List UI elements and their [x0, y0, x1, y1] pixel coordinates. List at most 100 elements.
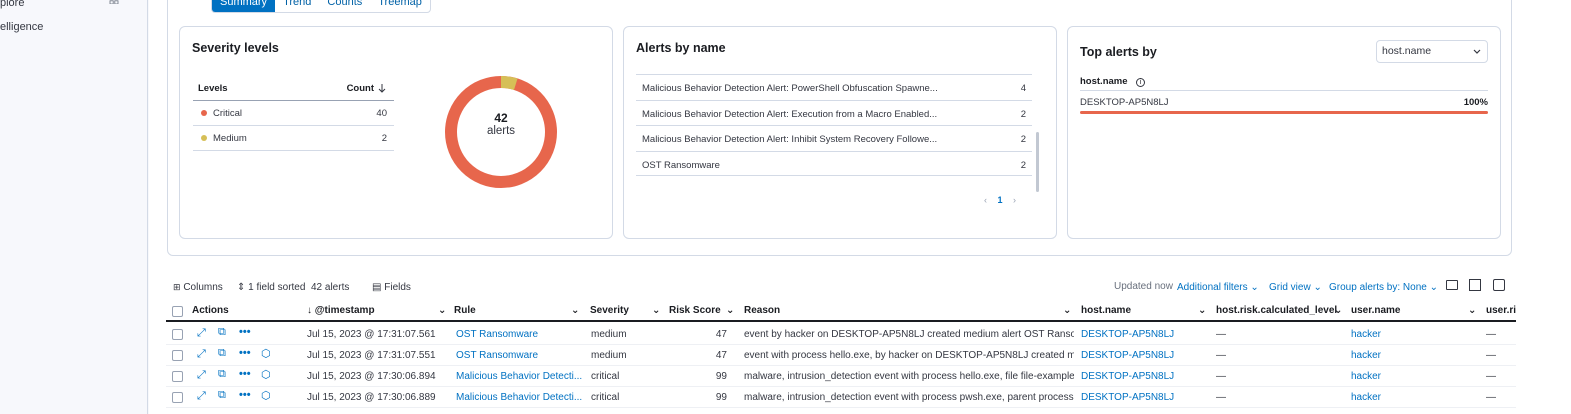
keyboard-icon[interactable] — [1446, 280, 1458, 290]
session-view-icon[interactable]: ⬡ — [261, 347, 271, 360]
tab-counts[interactable]: Counts — [319, 0, 370, 12]
user-name-link[interactable]: hacker — [1351, 392, 1381, 403]
severity-row-medium[interactable]: Medium 2 — [193, 126, 394, 151]
rule-link[interactable]: OST Ransomware — [456, 329, 584, 340]
row-checkbox[interactable] — [172, 392, 183, 403]
additional-filters-button[interactable]: Additional filters ⌄ — [1177, 282, 1259, 293]
nav-item-explore[interactable]: plore — [0, 0, 24, 9]
expand-icon[interactable]: ⤢ — [197, 390, 206, 403]
tab-trend[interactable]: Trend — [275, 0, 319, 12]
user-header-chevron-icon[interactable]: ⌄ — [1468, 305, 1476, 316]
user-risk-column-header[interactable]: user.ri — [1486, 305, 1516, 316]
levels-column-header[interactable]: Levels — [198, 83, 228, 94]
risk-score-cell: 47 — [715, 329, 727, 340]
timestamp-column-header[interactable]: ↓ @timestamp — [307, 305, 375, 316]
fullscreen-icon[interactable] — [1493, 279, 1505, 291]
donut-slice-medium[interactable] — [500, 76, 518, 91]
chevron-left-icon[interactable]: ‹ — [984, 195, 987, 205]
rule-link[interactable]: Malicious Behavior Detecti... — [456, 371, 584, 382]
chevron-down-icon — [1473, 49, 1481, 54]
alert-name-row[interactable]: Malicious Behavior Detection Alert: Exec… — [636, 100, 1032, 125]
user-name-link[interactable]: hacker — [1351, 329, 1381, 340]
host-header-chevron-icon[interactable]: ⌄ — [1198, 305, 1206, 316]
user-name-column-header[interactable]: user.name — [1351, 305, 1400, 316]
row-checkbox[interactable] — [172, 350, 183, 361]
rule-header-chevron-icon[interactable]: ⌄ — [571, 305, 579, 316]
risk-score-column-header[interactable]: Risk Score — [669, 305, 721, 316]
host-name-link[interactable]: DESKTOP-AP5N8LJ — [1081, 371, 1174, 382]
rule-link[interactable]: Malicious Behavior Detecti... — [456, 392, 584, 403]
host-name-link[interactable]: DESKTOP-AP5N8LJ — [1081, 329, 1174, 340]
app-grid-icon[interactable] — [108, 0, 120, 4]
columns-button[interactable]: ⊞ Columns — [173, 282, 223, 293]
severity-level-label: Critical — [213, 108, 243, 119]
table-row[interactable]: ⤢ ⧉ ••• ⬡ Jul 15, 2023 @ 17:30:06.894 Malicio… — [166, 366, 1516, 387]
analyzer-graph-icon[interactable]: ⧉ — [218, 389, 226, 402]
user-risk-cell: — — [1486, 329, 1496, 340]
row-checkbox[interactable] — [172, 371, 183, 382]
expand-icon[interactable]: ⤢ — [197, 327, 206, 340]
severity-column-header[interactable]: Severity — [590, 305, 629, 316]
table-row[interactable]: ⤢ ⧉ ••• ⬡ Jul 15, 2023 @ 17:30:06.889 Malicio… — [166, 387, 1516, 408]
alert-name-row[interactable]: Malicious Behavior Detection Alert: Powe… — [636, 74, 1032, 99]
alerts-by-name-title: Alerts by name — [636, 41, 726, 55]
tab-treemap[interactable]: Treemap — [370, 0, 430, 12]
row-checkbox[interactable] — [172, 329, 183, 340]
more-actions-icon[interactable]: ••• — [239, 368, 251, 380]
severity-cell: critical — [591, 392, 620, 403]
group-by-select[interactable]: host.name — [1376, 40, 1488, 63]
severity-donut-chart[interactable]: 42 alerts — [444, 75, 558, 189]
risk-level-column-header[interactable]: host.risk.calculated_level — [1216, 305, 1337, 316]
tab-summary[interactable]: Summary — [212, 0, 276, 12]
table-row[interactable]: ⤢ ⧉ ••• ⬡ Jul 15, 2023 @ 17:31:07.551 OST Ran… — [166, 345, 1516, 366]
sort-button[interactable]: ⇕ 1 field sorted — [237, 282, 305, 293]
session-view-icon[interactable]: ⬡ — [261, 368, 271, 381]
user-name-link[interactable]: hacker — [1351, 350, 1381, 361]
row-density-icon[interactable] — [1469, 279, 1481, 291]
host-name-link[interactable]: DESKTOP-AP5N8LJ — [1081, 392, 1174, 403]
table-row[interactable]: ⤢ ⧉ ••• Jul 15, 2023 @ 17:31:07.561 OST Rans… — [166, 324, 1516, 345]
scrollbar-thumb[interactable] — [1036, 132, 1039, 192]
analyzer-graph-icon[interactable]: ⧉ — [218, 326, 226, 339]
chevron-down-icon: ⌄ — [1313, 282, 1322, 293]
select-all-checkbox[interactable] — [172, 306, 183, 317]
grid-view-button[interactable]: Grid view ⌄ — [1269, 282, 1322, 293]
timestamp-cell: Jul 15, 2023 @ 17:31:07.561 — [307, 329, 436, 340]
rule-link[interactable]: OST Ransomware — [456, 350, 584, 361]
user-name-link[interactable]: hacker — [1351, 371, 1381, 382]
analyzer-graph-icon[interactable]: ⧉ — [218, 347, 226, 360]
more-actions-icon[interactable]: ••• — [239, 389, 251, 401]
alert-count: 2 — [1020, 134, 1026, 145]
reason-header-chevron-icon[interactable]: ⌄ — [1063, 305, 1071, 316]
more-actions-icon[interactable]: ••• — [239, 347, 251, 359]
nav-item-intelligence[interactable]: elligence — [0, 21, 43, 33]
alerts-grid-header: Actions ↓ @timestamp ⌄ Rule ⌄ Severity ⌄… — [166, 301, 1516, 322]
host-name-column-header[interactable]: host.name — [1081, 305, 1131, 316]
host-row[interactable]: DESKTOP-AP5N8LJ 100% — [1080, 97, 1488, 117]
count-column-header[interactable]: Count — [347, 83, 374, 94]
analyzer-graph-icon[interactable]: ⧉ — [218, 368, 226, 381]
expand-icon[interactable]: ⤢ — [197, 348, 206, 361]
risk-level-header-chevron-icon[interactable]: ⌄ — [1334, 305, 1342, 316]
alert-name-row[interactable]: Malicious Behavior Detection Alert: Inhi… — [636, 125, 1032, 150]
host-name-link[interactable]: DESKTOP-AP5N8LJ — [1081, 350, 1174, 361]
alert-name-row[interactable]: OST Ransomware 2 — [636, 151, 1032, 176]
severity-header-chevron-icon[interactable]: ⌄ — [652, 305, 660, 316]
expand-icon[interactable]: ⤢ — [197, 369, 206, 382]
host-field-label: host.name i — [1080, 76, 1146, 87]
severity-row-critical[interactable]: Critical 40 — [193, 101, 394, 126]
reason-column-header[interactable]: Reason — [744, 305, 780, 316]
rule-column-header[interactable]: Rule — [454, 305, 476, 316]
risk-header-chevron-icon[interactable]: ⌄ — [726, 305, 734, 316]
session-view-icon[interactable]: ⬡ — [261, 389, 271, 402]
sort-icon: ⇕ — [237, 282, 246, 293]
severity-count: 40 — [376, 108, 387, 119]
page-number[interactable]: 1 — [998, 195, 1003, 205]
timestamp-header-chevron-icon[interactable]: ⌄ — [438, 305, 446, 316]
more-actions-icon[interactable]: ••• — [239, 326, 251, 338]
fields-button[interactable]: ▤ Fields — [372, 282, 411, 293]
info-icon[interactable]: i — [1136, 78, 1146, 87]
severity-table-header: Levels Count — [193, 77, 394, 101]
chevron-right-icon[interactable]: › — [1013, 195, 1016, 205]
group-alerts-button[interactable]: Group alerts by: None ⌄ — [1329, 282, 1438, 293]
